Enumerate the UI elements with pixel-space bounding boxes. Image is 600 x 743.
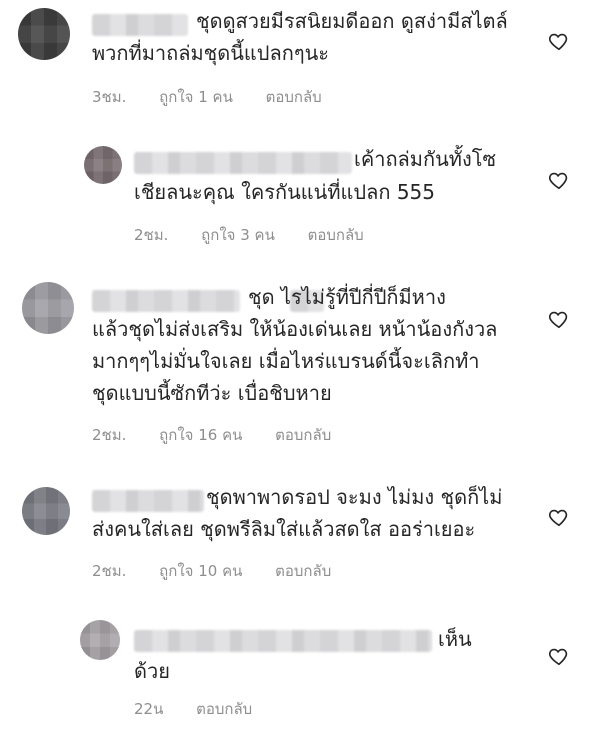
- avatar[interactable]: [22, 487, 70, 535]
- reply-button[interactable]: ตอบกลับ: [308, 226, 364, 244]
- comment-meta: 3ชม. ถูกใจ 1 คน ตอบกลับ: [92, 85, 350, 109]
- comment-text-line: ด้วย: [134, 659, 170, 683]
- reply-button[interactable]: ตอบกลับ: [275, 562, 331, 580]
- avatar[interactable]: [22, 282, 74, 334]
- reply-button[interactable]: ตอบกลับ: [275, 426, 331, 444]
- comment-time: 2ชม.: [92, 426, 127, 444]
- avatar[interactable]: [80, 620, 120, 660]
- blurred-username[interactable]: [92, 290, 240, 312]
- like-count[interactable]: ถูกใจ 10 คน: [159, 562, 242, 580]
- heart-outline-icon[interactable]: [548, 169, 570, 191]
- blurred-username[interactable]: [134, 152, 352, 174]
- comment-text-line: แล้วชุดไม่ส่งเสริม ให้น้องเด่นเลย หน้าน้…: [92, 317, 498, 341]
- heart-outline-icon[interactable]: [548, 30, 570, 52]
- comment-time: 3ชม.: [92, 88, 127, 106]
- comment-meta: 2ชม. ถูกใจ 10 คน ตอบกลับ: [92, 559, 359, 583]
- like-count[interactable]: ถูกใจ 1 คน: [159, 88, 233, 106]
- comment-meta: 2ชม. ถูกใจ 16 คน ตอบกลับ: [92, 423, 359, 447]
- comment-meta: 2ชม. ถูกใจ 3 คน ตอบกลับ: [134, 223, 392, 247]
- like-count[interactable]: ถูกใจ 16 คน: [159, 426, 242, 444]
- comment-text-line: เชียลนะคุณ ใครกันแน่ที่แปลก 555: [134, 180, 435, 204]
- comment-time: 2ชม.: [92, 562, 127, 580]
- heart-outline-icon[interactable]: [548, 645, 570, 667]
- comment-text-line: ชุดพาพาดรอป จะมง ไม่มง ชุดก็ไม่: [206, 485, 503, 509]
- comment-text-line: เค้าถล่มกันทั้งโซ: [354, 147, 497, 171]
- heart-outline-icon[interactable]: [548, 506, 570, 528]
- comment-text-line: มากๆๆไม่มั่นใจเลย เมื่อไหร่แบรนด์นี้จะเล…: [92, 349, 480, 373]
- comment-time: 2ชม.: [134, 226, 169, 244]
- reply-button[interactable]: ตอบกลับ: [196, 700, 252, 718]
- heart-outline-icon[interactable]: [548, 308, 570, 330]
- comment-text-line: ชุด ไรไม่รู้ที่ปีกี่ปีก็มีหาง: [248, 285, 446, 309]
- comment-meta: 22น ตอบกลับ: [134, 697, 280, 721]
- comment-text-line: ส่งคนใส่เลย ชุดพรีลิมใส่แล้วสดใส ออร่าเย…: [92, 517, 476, 541]
- avatar[interactable]: [18, 8, 70, 60]
- blurred-username[interactable]: [92, 490, 204, 512]
- reply-button[interactable]: ตอบกลับ: [266, 88, 322, 106]
- comment-text-line: ชุดแบบนี้ซักทีว่ะ เบื่อชิบหาย: [92, 381, 332, 405]
- comment-text-line: ชุดดูสวยมีรสนิยมดีออก ดูสง่ามีสไตล์: [196, 9, 508, 33]
- blurred-username[interactable]: [134, 630, 432, 652]
- comment-time: 22น: [134, 700, 164, 718]
- avatar[interactable]: [84, 146, 122, 184]
- like-count[interactable]: ถูกใจ 3 คน: [201, 226, 275, 244]
- comment-text-line: เห็น: [438, 627, 472, 651]
- blurred-username[interactable]: [92, 14, 188, 36]
- comment-text-line: พวกที่มาถล่มชุดนี้แปลกๆนะ: [92, 41, 330, 65]
